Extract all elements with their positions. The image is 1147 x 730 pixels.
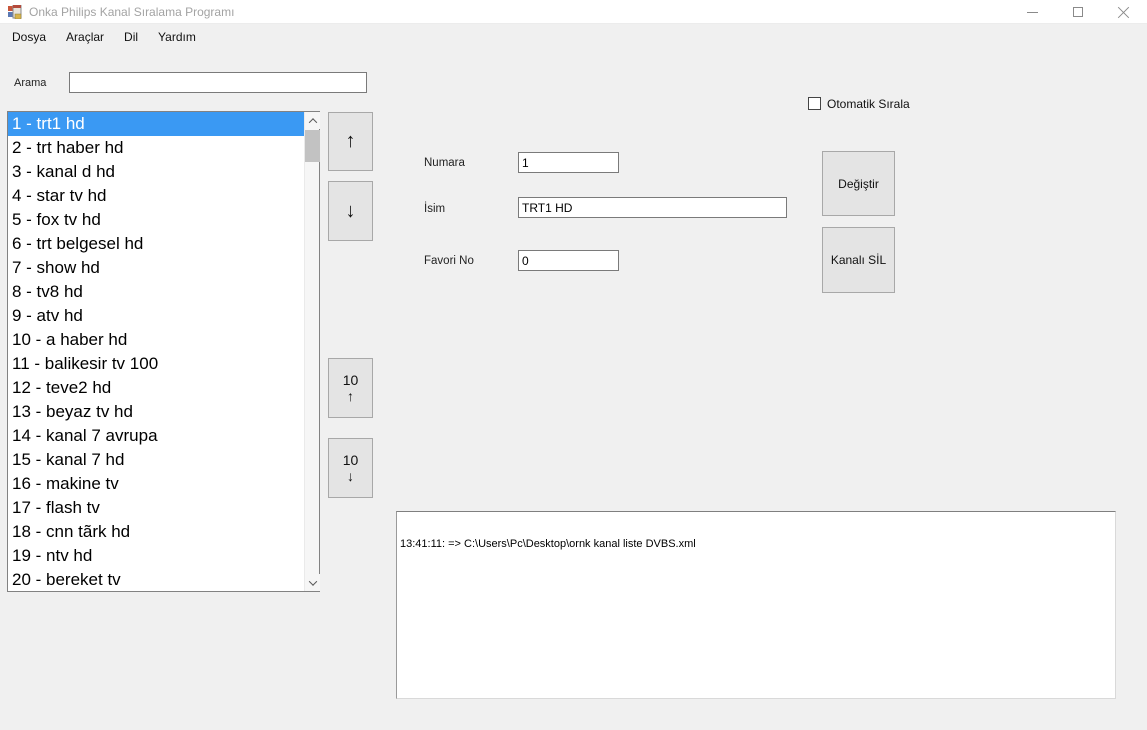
- list-item[interactable]: 2 - trt haber hd: [8, 136, 304, 160]
- auto-sort-checkbox[interactable]: [808, 97, 821, 110]
- list-item[interactable]: 19 - ntv hd: [8, 544, 304, 568]
- down-arrow-icon: ↓: [346, 200, 356, 223]
- move-up-10-button[interactable]: 10 ↑: [328, 358, 373, 418]
- search-label: Arama: [14, 77, 46, 89]
- move-down-10-button[interactable]: 10 ↓: [328, 438, 373, 498]
- change-button-label: Değiştir: [838, 177, 879, 191]
- list-item[interactable]: 9 - atv hd: [8, 304, 304, 328]
- scroll-down-button[interactable]: [305, 574, 320, 591]
- menu-yardim[interactable]: Yardım: [158, 30, 196, 44]
- move-down-button[interactable]: ↓: [328, 181, 373, 241]
- list-item[interactable]: 15 - kanal 7 hd: [8, 448, 304, 472]
- auto-sort-label: Otomatik Sırala: [827, 97, 910, 111]
- chevron-down-icon: [308, 577, 316, 585]
- isim-label: İsim: [424, 203, 445, 215]
- app-icon: [8, 5, 22, 19]
- list-scrollbar[interactable]: [304, 112, 319, 591]
- isim-input[interactable]: [518, 197, 787, 218]
- numara-label: Numara: [424, 157, 465, 169]
- maximize-icon: [1073, 7, 1083, 17]
- search-input[interactable]: [69, 72, 367, 93]
- menu-araclar[interactable]: Araçlar: [66, 30, 104, 44]
- numara-input[interactable]: [518, 152, 619, 173]
- channel-list-items: 1 - trt1 hd 2 - trt haber hd 3 - kanal d…: [8, 112, 304, 591]
- close-icon: [1118, 6, 1130, 18]
- up-arrow-icon: ↑: [347, 388, 354, 404]
- minimize-button[interactable]: [1009, 0, 1055, 24]
- menu-dosya[interactable]: Dosya: [12, 30, 46, 44]
- list-item[interactable]: 3 - kanal d hd: [8, 160, 304, 184]
- window-title: Onka Philips Kanal Sıralama Programı: [29, 5, 234, 19]
- up-arrow-icon: ↑: [346, 130, 356, 153]
- scroll-up-button[interactable]: [305, 112, 320, 129]
- down-arrow-icon: ↓: [347, 468, 354, 484]
- list-item[interactable]: 11 - balikesir tv 100: [8, 352, 304, 376]
- list-item[interactable]: 13 - beyaz tv hd: [8, 400, 304, 424]
- list-item[interactable]: 7 - show hd: [8, 256, 304, 280]
- list-item[interactable]: 6 - trt belgesel hd: [8, 232, 304, 256]
- list-item[interactable]: 1 - trt1 hd: [8, 112, 304, 136]
- maximize-button[interactable]: [1055, 0, 1101, 24]
- change-button[interactable]: Değiştir: [822, 151, 895, 216]
- channel-list: 1 - trt1 hd 2 - trt haber hd 3 - kanal d…: [7, 111, 320, 592]
- move-up-10-number: 10: [343, 372, 359, 388]
- move-down-10-number: 10: [343, 452, 359, 468]
- menu-bar: Dosya Araçlar Dil Yardım: [0, 25, 1147, 49]
- scrollbar-thumb[interactable]: [305, 130, 320, 162]
- favori-no-input[interactable]: [518, 250, 619, 271]
- list-item[interactable]: 8 - tv8 hd: [8, 280, 304, 304]
- chevron-up-icon: [308, 118, 316, 126]
- list-item[interactable]: 4 - star tv hd: [8, 184, 304, 208]
- favori-no-label: Favori No: [424, 255, 474, 267]
- list-item[interactable]: 12 - teve2 hd: [8, 376, 304, 400]
- list-item[interactable]: 18 - cnn tãrk hd: [8, 520, 304, 544]
- move-up-button[interactable]: ↑: [328, 112, 373, 171]
- title-bar: Onka Philips Kanal Sıralama Programı: [0, 0, 1147, 24]
- list-item[interactable]: 14 - kanal 7 avrupa: [8, 424, 304, 448]
- list-item[interactable]: 5 - fox tv hd: [8, 208, 304, 232]
- log-textbox[interactable]: 13:41:11: => C:\Users\Pc\Desktop\ornk ka…: [396, 511, 1116, 699]
- log-line: 13:41:11: => C:\Users\Pc\Desktop\ornk ka…: [400, 538, 1112, 550]
- minimize-icon: [1027, 12, 1038, 13]
- delete-channel-button[interactable]: Kanalı SİL: [822, 227, 895, 293]
- list-item[interactable]: 20 - bereket tv: [8, 568, 304, 591]
- menu-dil[interactable]: Dil: [124, 30, 138, 44]
- delete-button-label: Kanalı SİL: [831, 253, 886, 267]
- list-item[interactable]: 17 - flash tv: [8, 496, 304, 520]
- list-item[interactable]: 10 - a haber hd: [8, 328, 304, 352]
- close-button[interactable]: [1101, 0, 1147, 24]
- list-item[interactable]: 16 - makine tv: [8, 472, 304, 496]
